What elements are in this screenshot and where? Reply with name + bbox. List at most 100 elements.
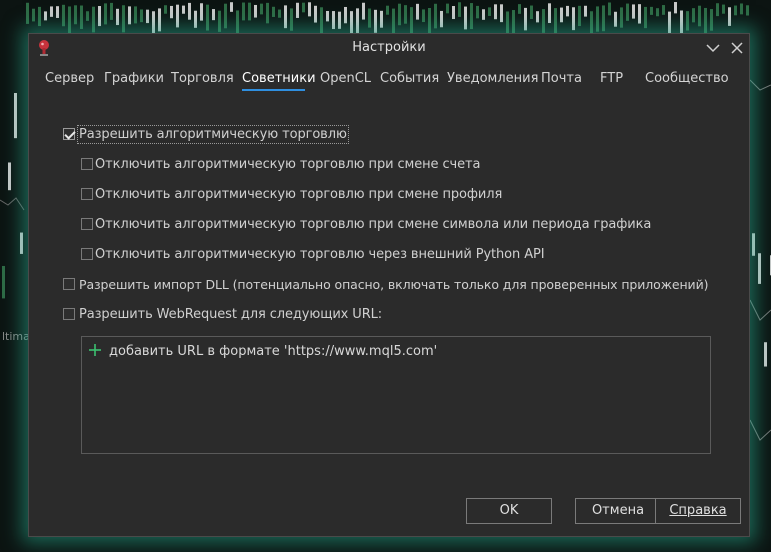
disable-on-symbol-checkbox[interactable]	[81, 218, 93, 230]
option-allow-webrequest[interactable]: Разрешить WebRequest для следующих URL:	[63, 307, 382, 325]
background-candle	[218, 10, 221, 32]
background-candle	[728, 7, 731, 26]
background-candle	[14, 92, 17, 139]
option-disable-on-symbol-change[interactable]: Отключить алгоритмическую торговлю при с…	[81, 217, 651, 235]
background-candle	[686, 11, 689, 31]
background-candle	[80, 5, 83, 29]
background-candle	[674, 2, 677, 14]
background-candle	[542, 9, 545, 33]
background-candle	[602, 5, 605, 32]
tab-charts[interactable]: Графики	[104, 71, 164, 86]
option-allow-algo-trading[interactable]: Разрешить алгоритмическую торговлю	[63, 125, 349, 145]
background-candle	[752, 233, 755, 256]
background-candle	[314, 5, 317, 23]
background-candle	[488, 7, 491, 16]
webrequest-url-list[interactable]: добавить URL в формате 'https://www.mql5…	[81, 336, 711, 454]
background-candle	[236, 10, 239, 36]
background-candle	[194, 10, 197, 28]
background-candle	[386, 5, 389, 15]
background-candle	[146, 9, 149, 24]
background-candle	[704, 7, 707, 35]
background-candle	[356, 8, 359, 37]
allow-dll-checkbox[interactable]	[63, 278, 75, 290]
background-candle	[116, 8, 119, 26]
background-candle	[98, 6, 101, 27]
option-allow-dll-import[interactable]: Разрешить импорт DLL (потенциально опасн…	[63, 277, 708, 295]
background-candle	[626, 3, 629, 21]
background-candle	[758, 253, 761, 284]
background-candle	[566, 5, 569, 17]
background-candle	[584, 5, 587, 17]
background-candle	[440, 10, 443, 28]
background-candle	[50, 6, 53, 17]
background-candle	[608, 2, 611, 16]
background-candle	[638, 4, 641, 24]
tab-notifications[interactable]: Уведомления	[447, 71, 538, 86]
background-candle	[212, 9, 215, 21]
background-candle	[596, 6, 599, 32]
tab-opencl[interactable]: OpenCL	[320, 71, 371, 86]
plus-icon[interactable]	[88, 343, 102, 357]
option-disable-python-api[interactable]: Отключить алгоритмическую торговлю через…	[81, 247, 545, 265]
tab-server[interactable]: Сервер	[45, 71, 94, 86]
disable-python-checkbox[interactable]	[81, 248, 93, 260]
tab-expert-advisors[interactable]: Советники	[242, 71, 316, 86]
close-icon[interactable]	[727, 38, 747, 58]
background-candle	[320, 7, 323, 34]
option-disable-on-profile-change[interactable]: Отключить алгоритмическую торговлю при с…	[81, 187, 502, 205]
background-candle	[518, 4, 521, 14]
background-candle	[722, 4, 725, 14]
settings-dialog: Настройки Сервер Графики Торговля Советн…	[28, 33, 750, 537]
background-candle	[572, 7, 575, 31]
background-candle	[200, 3, 203, 21]
background-candle	[362, 2, 365, 20]
background-candle	[416, 3, 419, 20]
background-candle	[524, 7, 527, 31]
background-candle	[698, 5, 701, 27]
disable-on-profile-checkbox[interactable]	[81, 188, 93, 200]
background-candle	[620, 7, 623, 28]
background-candle	[746, 5, 749, 16]
background-candle	[470, 3, 473, 30]
background-candle	[578, 5, 581, 27]
background-candle	[140, 9, 143, 23]
background-candle	[62, 4, 65, 27]
disable-on-account-checkbox[interactable]	[81, 158, 93, 170]
background-candle	[740, 3, 743, 15]
dialog-titlebar[interactable]: Настройки	[29, 34, 749, 62]
background-candle	[182, 5, 185, 14]
allow-webrequest-label: Разрешить WebRequest для следующих URL:	[79, 307, 383, 322]
background-candle	[308, 2, 311, 17]
background-candle	[134, 6, 137, 24]
background-candle	[302, 2, 305, 13]
chevron-down-icon[interactable]	[703, 38, 723, 58]
background-candle	[272, 6, 275, 17]
background-candle	[104, 3, 107, 25]
background-candle	[128, 6, 131, 25]
allow-algo-checkbox[interactable]	[63, 128, 75, 140]
background-candle	[374, 9, 377, 33]
tab-events[interactable]: События	[380, 71, 439, 86]
background-candle	[368, 8, 371, 28]
dialog-title: Настройки	[352, 40, 426, 55]
tab-trade[interactable]: Торговля	[171, 71, 234, 86]
background-candle	[44, 11, 47, 21]
cancel-button[interactable]: Отмена	[575, 498, 661, 524]
background-candle	[716, 3, 719, 17]
background-candle	[632, 4, 635, 19]
tab-email[interactable]: Почта	[541, 71, 582, 86]
ok-button[interactable]: OK	[466, 498, 552, 524]
background-candle	[56, 6, 59, 18]
background-candle	[446, 3, 449, 14]
background-candle	[26, 2, 29, 24]
option-disable-on-account-change[interactable]: Отключить алгоритмическую торговлю при с…	[81, 157, 480, 175]
tab-ftp[interactable]: FTP	[600, 71, 623, 86]
help-button[interactable]: Справка	[655, 498, 741, 524]
tab-community[interactable]: Сообщество	[645, 71, 729, 86]
background-candle	[290, 8, 293, 31]
background-candle	[260, 3, 263, 15]
background-candle	[476, 5, 479, 19]
add-url-hint[interactable]: добавить URL в формате 'https://www.mql5…	[109, 344, 437, 359]
background-candle	[668, 11, 671, 34]
allow-webrequest-checkbox[interactable]	[63, 308, 75, 320]
